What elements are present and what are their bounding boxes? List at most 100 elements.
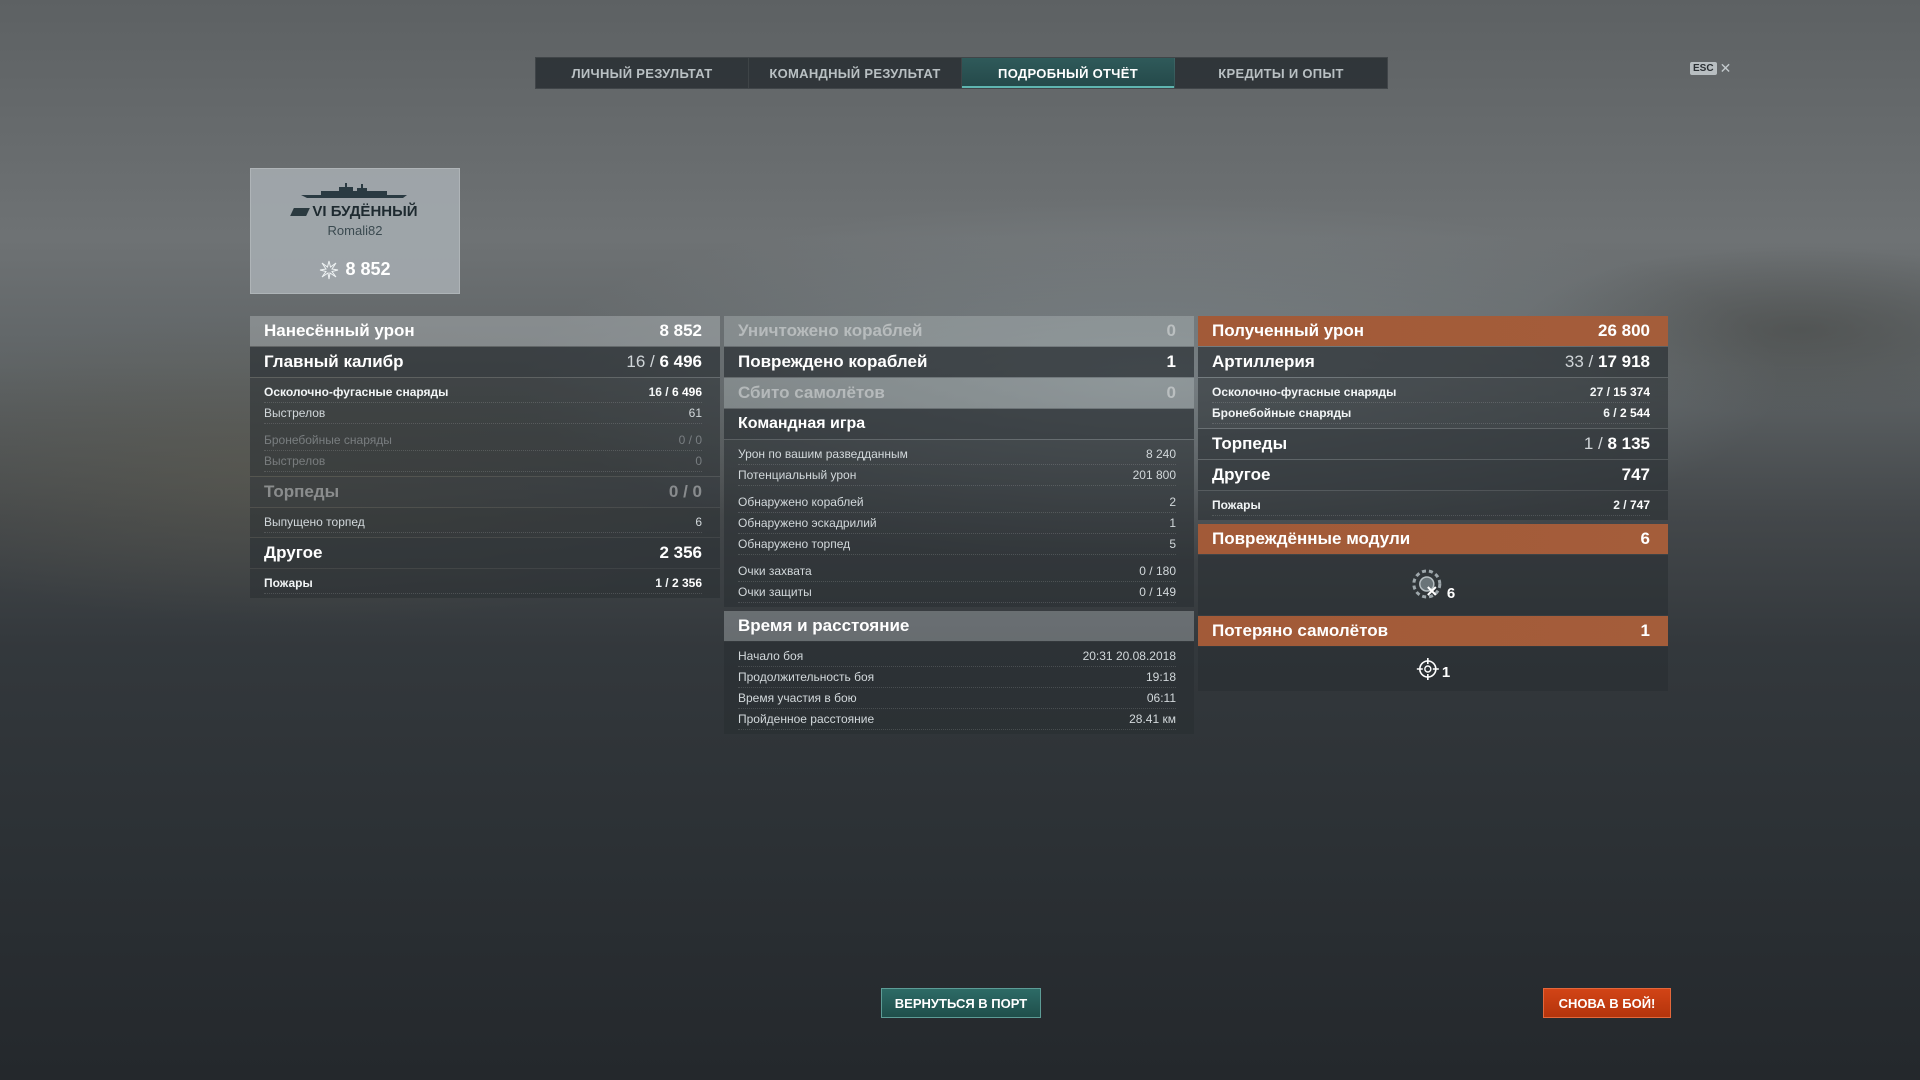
ship-name: VI БУДЁННЫЙ xyxy=(251,203,459,220)
planes-lost-box: 1 xyxy=(1198,647,1668,691)
tab-credits-xp[interactable]: КРЕДИТЫ И ОПЫТ xyxy=(1175,58,1387,88)
he-shots-row: Выстрелов 61 xyxy=(264,403,702,424)
esc-close-button[interactable]: ESC ✕ xyxy=(1690,60,1731,77)
damaged-modules-label: Повреждённые модули xyxy=(1212,529,1411,548)
ship-flag-icon xyxy=(290,208,311,217)
he-shots-label: Выстрелов xyxy=(264,406,326,420)
damage-burst-icon xyxy=(320,260,339,279)
planes-shot-header: Сбито самолётов 0 xyxy=(724,378,1194,408)
planes-shot-label: Сбито самолётов xyxy=(738,383,885,402)
battle-duration-row: Продолжительность боя 19:18 xyxy=(738,667,1176,688)
ap-shells-label: Бронебойные снаряды xyxy=(264,433,392,447)
distance-row: Пройденное расстояние 28.41 км xyxy=(738,709,1176,730)
received-he-row: Осколочно-фугасные снаряды 27 / 15 374 xyxy=(1212,382,1650,403)
ships-spotted-row: Обнаружено кораблей 2 xyxy=(738,492,1176,513)
he-shots-value: 61 xyxy=(688,406,702,420)
tab-personal-result[interactable]: ЛИЧНЫЙ РЕЗУЛЬТАТ xyxy=(536,58,749,88)
results-tabs: ЛИЧНЫЙ РЕЗУЛЬТАТ КОМАНДНЫЙ РЕЗУЛЬТАТ ПОД… xyxy=(535,57,1388,89)
team-play-details: Урон по вашим разведданным 8 240 Потенциа… xyxy=(724,440,1194,607)
planes-lost-header: Потеряно самолётов 1 xyxy=(1198,616,1668,646)
ships-destroyed-label: Уничтожено кораблей xyxy=(738,321,923,340)
received-ap-value: 6 / 2 544 xyxy=(1603,406,1650,420)
artillery-header: Артиллерия 33 / 17 918 xyxy=(1198,347,1668,377)
other-dealt-details: Пожары 1 / 2 356 xyxy=(250,569,720,598)
team-play-label: Командная игра xyxy=(738,415,866,432)
main-battery-header: Главный калибр 16 / 6 496 xyxy=(250,347,720,377)
received-fires-row: Пожары 2 / 747 xyxy=(1212,495,1650,516)
damaged-modules-header: Повреждённые модули 6 xyxy=(1198,524,1668,554)
torpedoes-details: Выпущено торпед 6 xyxy=(250,508,720,537)
other-dealt-label: Другое xyxy=(264,543,323,562)
received-fires-label: Пожары xyxy=(1212,498,1261,512)
ap-shells-row: Бронебойные снаряды 0 / 0 xyxy=(264,430,702,451)
main-battery-label: Главный калибр xyxy=(264,352,404,371)
he-shells-value: 16 / 6 496 xyxy=(648,385,702,399)
ap-shots-label: Выстрелов xyxy=(264,454,326,468)
torpedoes-fired-value: 6 xyxy=(695,515,702,529)
tab-team-result[interactable]: КОМАНДНЫЙ РЕЗУЛЬТАТ xyxy=(749,58,962,88)
received-torpedoes-label: Торпеды xyxy=(1212,434,1288,453)
artillery-value: 33 / 17 918 xyxy=(1564,352,1650,371)
planes-lost-count: 1 xyxy=(1441,664,1451,681)
torpedoes-label: Торпеды xyxy=(264,482,340,501)
ships-destroyed-value: 0 xyxy=(1166,321,1176,340)
spotting-damage-row: Урон по вашим разведданным 8 240 xyxy=(738,444,1176,465)
ships-damaged-header: Повреждено кораблей 1 xyxy=(724,347,1194,377)
ship-name-label: VI БУДЁННЫЙ xyxy=(312,203,418,220)
ap-shots-row: Выстрелов 0 xyxy=(264,451,702,472)
team-play-header: Командная игра xyxy=(724,409,1194,439)
potential-damage-row: Потенциальный урон 201 800 xyxy=(738,465,1176,486)
tab-detailed-report[interactable]: ПОДРОБНЫЙ ОТЧЁТ xyxy=(962,58,1175,88)
received-he-value: 27 / 15 374 xyxy=(1589,385,1650,399)
fires-dealt-row: Пожары 1 / 2 356 xyxy=(264,573,702,594)
received-torpedoes-header: Торпеды 1 / 8 135 xyxy=(1198,429,1668,459)
ships-damaged-label: Повреждено кораблей xyxy=(738,352,928,371)
ships-damaged-value: 1 xyxy=(1166,352,1176,371)
received-torpedoes-value: 1 / 8 135 xyxy=(1583,434,1650,453)
artillery-details: Осколочно-фугасные снаряды 27 / 15 374 Б… xyxy=(1198,378,1668,428)
planes-lost-label: Потеряно самолётов xyxy=(1212,621,1389,640)
time-distance-header: Время и расстояние xyxy=(724,611,1194,641)
battle-again-button[interactable]: СНОВА В БОЙ! xyxy=(1543,988,1671,1018)
fires-dealt-label: Пожары xyxy=(264,576,313,590)
torpedoes-fired-row: Выпущено торпед 6 xyxy=(264,512,702,533)
torpedoes-spotted-row: Обнаружено торпед 5 xyxy=(738,534,1176,555)
battle-stats-column: Уничтожено кораблей 0 Повреждено корабле… xyxy=(724,316,1194,735)
damage-dealt-label: Нанесённый урон xyxy=(264,321,415,340)
time-distance-details: Начало боя 20:31 20.08.2018 Продолжительн… xyxy=(724,642,1194,734)
received-other-label: Другое xyxy=(1212,465,1271,484)
ap-shots-value: 0 xyxy=(695,454,702,468)
ship-card: VI БУДЁННЫЙ Romali82 8 852 xyxy=(250,168,460,294)
received-ap-label: Бронебойные снаряды xyxy=(1212,406,1352,420)
torpedoes-header: Торпеды 0 / 0 xyxy=(250,477,720,507)
damaged-modules-value: 6 xyxy=(1640,529,1650,548)
crosshair-icon xyxy=(1416,658,1439,680)
fires-dealt-value: 1 / 2 356 xyxy=(655,576,702,590)
return-to-port-button[interactable]: ВЕРНУТЬСЯ В ПОРТ xyxy=(881,988,1041,1018)
he-shells-label: Осколочно-фугасные снаряды xyxy=(264,385,449,399)
received-fires-value: 2 / 747 xyxy=(1613,498,1650,512)
received-other-header: Другое 747 xyxy=(1198,460,1668,490)
card-damage: 8 852 xyxy=(251,259,459,280)
received-ap-row: Бронебойные снаряды 6 / 2 544 xyxy=(1212,403,1650,424)
close-icon[interactable]: ✕ xyxy=(1720,60,1732,77)
artillery-label: Артиллерия xyxy=(1212,352,1315,371)
ship-silhouette-icon xyxy=(301,183,407,198)
battle-start-row: Начало боя 20:31 20.08.2018 xyxy=(738,646,1176,667)
other-dealt-value: 2 356 xyxy=(659,543,702,562)
damage-dealt-column: Нанесённый урон 8 852 Главный калибр 16 … xyxy=(250,316,720,599)
damaged-modules-box: 6 xyxy=(1198,555,1668,615)
esc-key-label: ESC xyxy=(1690,62,1717,75)
planes-lost-value: 1 xyxy=(1640,621,1650,640)
he-shells-row: Осколочно-фугасные снаряды 16 / 6 496 xyxy=(264,382,702,403)
squadrons-spotted-row: Обнаружено эскадрилий 1 xyxy=(738,513,1176,534)
received-he-label: Осколочно-фугасные снаряды xyxy=(1212,385,1397,399)
damage-received-value: 26 800 xyxy=(1598,321,1650,340)
player-name: Romali82 xyxy=(327,223,383,238)
main-battery-details: Осколочно-фугасные снаряды 16 / 6 496 Вы… xyxy=(250,378,720,476)
card-damage-value: 8 852 xyxy=(345,259,391,279)
time-in-battle-row: Время участия в бою 06:11 xyxy=(738,688,1176,709)
torpedoes-fired-label: Выпущено торпед xyxy=(264,515,365,529)
damaged-module-icon xyxy=(1412,569,1442,599)
received-other-value: 747 xyxy=(1621,465,1650,484)
